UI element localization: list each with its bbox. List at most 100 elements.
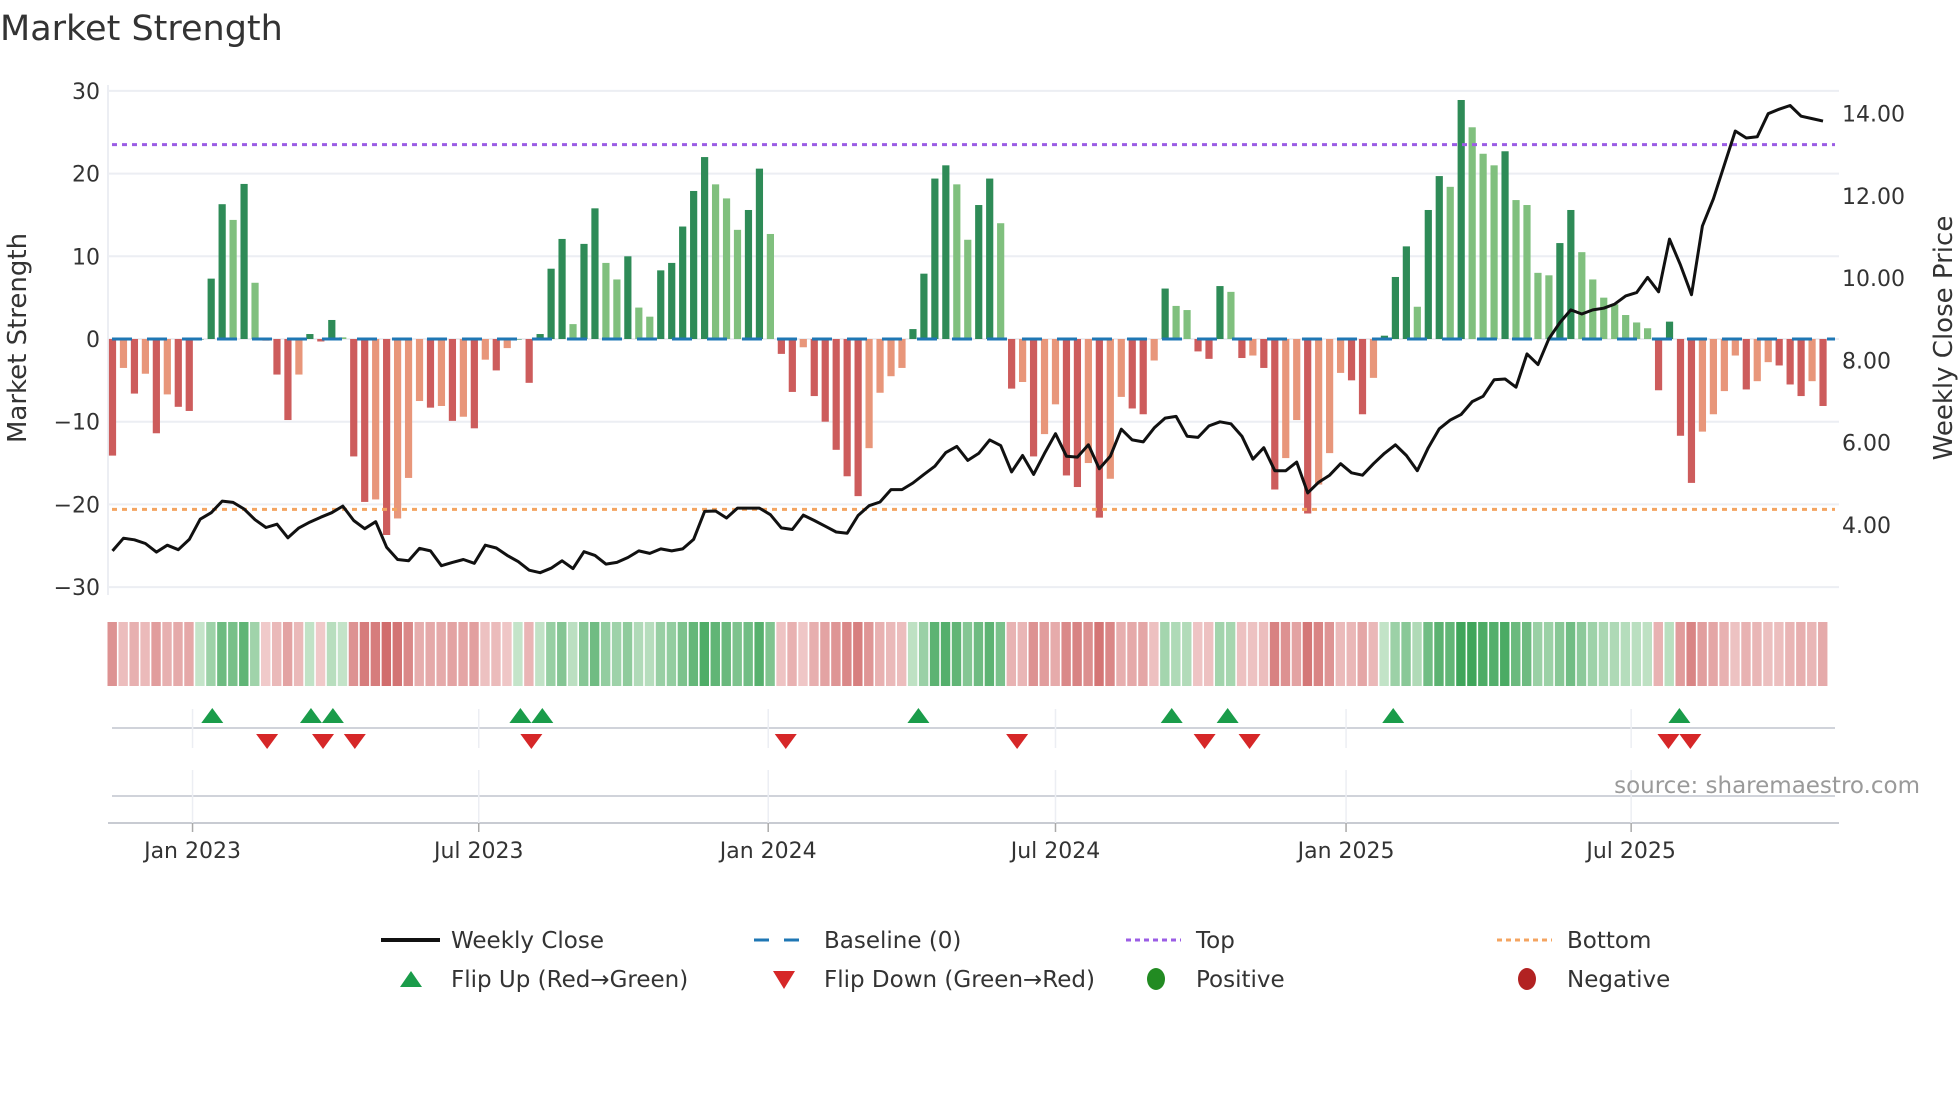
flip-down-marker — [343, 734, 366, 749]
flip-up-marker — [299, 708, 322, 723]
y-tick-label: −30 — [54, 576, 100, 601]
heat-strip-cell — [633, 622, 644, 686]
heat-strip-cell — [568, 622, 578, 686]
heat-strip-cell — [1500, 622, 1510, 686]
strength-bar — [350, 339, 358, 457]
strength-bar — [1161, 288, 1169, 339]
source-note: source: sharemaestro.com — [1614, 773, 1920, 799]
strength-bar — [1194, 339, 1202, 352]
heat-strip-cell — [644, 622, 655, 686]
heat-strip-cell — [1445, 622, 1455, 686]
strength-bar — [1249, 339, 1257, 356]
flip-up-marker — [1160, 708, 1183, 723]
heat-strip-cell — [1138, 622, 1148, 686]
strength-bar — [1622, 315, 1630, 339]
heat-strip-cell — [820, 622, 830, 686]
flip-down-marker — [520, 734, 543, 749]
heat-strip-cell — [392, 622, 402, 686]
heat-strip-cell — [403, 622, 413, 686]
strength-bar — [668, 262, 676, 339]
strength-bar — [942, 165, 950, 339]
heat-strip-cell — [1017, 622, 1027, 686]
y-tick-label: −20 — [54, 493, 100, 518]
heat-strip-cell — [853, 622, 863, 686]
flip-down-marker — [1193, 734, 1216, 749]
heat-strip-cell — [1039, 622, 1049, 686]
strength-bar — [1786, 339, 1794, 385]
heat-strip-cell — [1631, 622, 1642, 686]
flip-up-marker — [1668, 708, 1691, 723]
heat-strip-cell — [217, 622, 227, 686]
strength-bar — [393, 339, 402, 519]
heat-strip-cell — [622, 622, 633, 686]
strength-bar — [481, 339, 489, 360]
heat-strip-cell — [1785, 622, 1795, 686]
heat-strip-cell — [1006, 622, 1017, 686]
heat-strip-cell — [1368, 622, 1378, 686]
strength-bar — [843, 339, 851, 477]
left-axis-title: Market Strength — [3, 233, 33, 443]
strength-bar — [273, 339, 281, 375]
strength-bar — [108, 339, 117, 456]
strength-bar — [679, 226, 687, 339]
heat-strip-cell — [1478, 622, 1488, 686]
legend-label: Bottom — [1567, 928, 1651, 954]
heat-strip-cell — [381, 622, 392, 686]
strength-bar — [1819, 339, 1827, 406]
strength-bar — [964, 239, 972, 339]
heat-strip-cell — [1412, 622, 1422, 686]
strength-bar — [580, 243, 588, 339]
heat-strip-cell — [1730, 622, 1740, 686]
strength-bar — [251, 282, 259, 339]
strength-bar — [953, 184, 961, 339]
x-tick-label: Jan 2023 — [142, 839, 241, 864]
heat-strip-cell — [765, 622, 775, 686]
y2-tick-label: 8.00 — [1842, 349, 1891, 374]
heat-strip-cell — [1796, 622, 1806, 686]
heat-strip-cell — [1127, 622, 1137, 686]
heat-strip-cell — [918, 622, 929, 686]
strength-bar — [909, 329, 917, 339]
strength-bar — [799, 339, 807, 348]
heat-strip-cell — [1072, 622, 1082, 686]
heat-strip-cell — [1664, 622, 1674, 686]
heat-strip-cell — [425, 622, 435, 686]
strength-bar — [920, 273, 928, 339]
x-tick-label: Jul 2023 — [432, 839, 524, 864]
strength-bar — [1139, 339, 1147, 415]
strength-bar — [1172, 305, 1180, 339]
strength-bar — [733, 229, 742, 339]
strength-bar — [163, 339, 171, 395]
heat-strip-cell — [1565, 622, 1576, 686]
market-strength-chart: Market Strength 30 20 10 0 −10 −20 −30 14.00 12… — [0, 9, 1959, 993]
strength-bar — [1731, 339, 1739, 356]
heat-strip-cell — [326, 622, 337, 686]
strength-bar — [1797, 339, 1805, 397]
strength-bar — [372, 339, 380, 500]
strength-bar — [1293, 339, 1301, 421]
heat-strip-cell — [1686, 622, 1696, 686]
heat-strip-cell — [282, 622, 293, 686]
y2-tick-label: 12.00 — [1842, 185, 1905, 210]
right-axis-title: Weekly Close Price — [1929, 216, 1959, 461]
heat-strip-cell — [677, 622, 688, 686]
flip-down-marker — [1679, 734, 1702, 749]
strength-bar — [613, 279, 621, 339]
strength-bar — [185, 339, 193, 411]
strength-bar — [1358, 339, 1367, 415]
heat-strip-cell — [984, 622, 995, 686]
heat-strip-cell — [1763, 622, 1773, 686]
strength-bar — [1128, 339, 1136, 409]
x-tick-label: Jul 2024 — [1009, 839, 1101, 864]
heat-strip-cell — [589, 622, 600, 686]
strength-bar — [744, 209, 753, 339]
heat-strip-cell — [195, 622, 205, 686]
right-axis-ticks: 14.00 12.00 10.00 8.00 6.00 4.00 — [1842, 103, 1905, 539]
heat-strip-cell — [886, 622, 896, 686]
strength-bar — [1073, 339, 1082, 488]
heat-strip-cell — [721, 622, 731, 686]
heat-strip-cell — [1642, 622, 1652, 686]
strength-bar — [306, 334, 314, 339]
strength-bar — [832, 339, 840, 450]
heat-strip-cell — [1346, 622, 1356, 686]
